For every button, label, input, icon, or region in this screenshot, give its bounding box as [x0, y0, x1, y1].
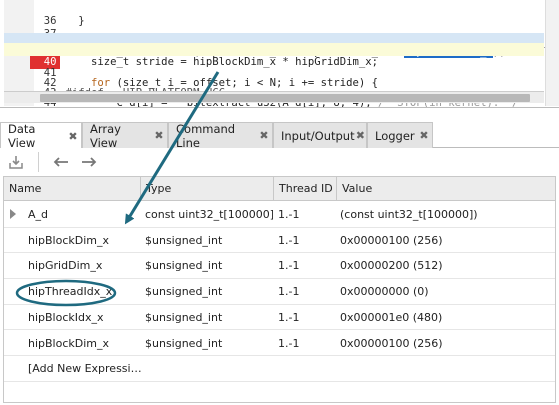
cell-type: $unsigned_int: [145, 233, 223, 247]
cell-name: hipBlockIdx_x: [28, 310, 104, 324]
cell-type: $unsigned_int: [145, 310, 223, 324]
cell-value: 0x000001e0 (480): [340, 310, 443, 324]
cell-value: (const uint32_t[100000]): [340, 208, 478, 221]
add-expression-cell[interactable]: [Add New Expressi…: [28, 356, 144, 381]
column-header-name[interactable]: Name: [4, 177, 141, 201]
cell-type: [145, 356, 273, 381]
cell-thread-id: 1.-1: [278, 259, 300, 273]
tab-label: Input/Output: [281, 128, 355, 143]
tab-logger[interactable]: Logger ✖: [367, 122, 433, 148]
tab-label: Array View: [90, 121, 121, 150]
tab-label: Logger: [375, 128, 415, 143]
close-icon[interactable]: ✖: [151, 129, 167, 142]
cell-thread-id: 1.-1: [278, 336, 300, 350]
panel-tab-bar: Data View ✖ Array View ✖ Command Line ✖ …: [0, 117, 559, 150]
source-editor[interactable]: 36 } 37 38__global__ void bit_extract_ke…: [0, 0, 559, 108]
data-view-table[interactable]: Name Type Thread ID Value A_d const uint…: [3, 176, 556, 403]
dive-icon: [9, 156, 23, 169]
toolbar-separator: [38, 152, 39, 172]
table-row[interactable]: hipGridDim_x $unsigned_int 1.-1 0x000002…: [4, 253, 555, 280]
tab-array-view[interactable]: Array View ✖: [82, 121, 168, 150]
forward-button[interactable]: [78, 152, 100, 172]
back-button[interactable]: [50, 152, 72, 172]
dive-button[interactable]: [6, 152, 26, 172]
cell-type: $unsigned_int: [145, 285, 223, 299]
horizontal-scrollbar[interactable]: [4, 91, 544, 103]
expand-arrow-icon[interactable]: [10, 209, 16, 219]
forward-arrow-icon: [82, 157, 97, 167]
cell-thread-id: 1.-1: [278, 233, 300, 247]
cell-type: const uint32_t[100000]: [145, 208, 273, 221]
data-view-toolbar: [0, 148, 559, 176]
tab-input-output[interactable]: Input/Output ✖: [273, 122, 367, 148]
scrollbar-thumb[interactable]: [40, 94, 530, 102]
code-line-36: 36 }: [4, 2, 544, 27]
cell-value: [340, 356, 554, 381]
cell-name: A_d: [28, 208, 49, 221]
cell-value: 0x00000000 (0): [340, 285, 429, 299]
close-icon[interactable]: ✖: [65, 130, 81, 143]
close-icon[interactable]: ✖: [416, 129, 432, 142]
table-header: Name Type Thread ID Value: [4, 177, 555, 201]
cell-name: hipBlockDim_x: [28, 336, 110, 350]
cell-name: hipGridDim_x: [28, 259, 103, 273]
close-icon[interactable]: ✖: [256, 129, 272, 142]
cell-value: 0x00000100 (256): [340, 336, 443, 350]
cell-type: $unsigned_int: [145, 336, 223, 350]
table-row[interactable]: hipBlockIdx_x $unsigned_int 1.-1 0x00000…: [4, 305, 555, 331]
vertical-scrollbar[interactable]: [545, 0, 559, 106]
tab-label: Data View: [8, 122, 36, 150]
cell-type: $unsigned_int: [145, 259, 223, 273]
cell-name: hipThreadIdx_x: [28, 285, 113, 299]
tab-label: Command Line: [176, 121, 236, 150]
column-header-thread-id[interactable]: Thread ID: [274, 177, 337, 201]
table-row[interactable]: hipBlockDim_x $unsigned_int 1.-1 0x00000…: [4, 331, 555, 357]
table-row[interactable]: A_d const uint32_t[100000] 1.-1 (const u…: [4, 202, 555, 228]
table-row[interactable]: hipThreadIdx_x $unsigned_int 1.-1 0x0000…: [4, 279, 555, 305]
table-row[interactable]: hipBlockDim_x $unsigned_int 1.-1 0x00000…: [4, 228, 555, 254]
tab-command-line[interactable]: Command Line ✖: [168, 121, 273, 150]
cell-name: hipBlockDim_x: [28, 233, 110, 247]
cell-value: 0x00000200 (512): [340, 259, 443, 273]
tab-data-view[interactable]: Data View ✖: [0, 122, 82, 150]
cell-thread-id: 1.-1: [278, 285, 300, 299]
cell-thread-id: [278, 356, 338, 381]
add-expression-row[interactable]: [Add New Expressi…: [4, 356, 555, 382]
cell-thread-id: 1.-1: [278, 310, 300, 324]
column-header-type[interactable]: Type: [141, 177, 274, 201]
close-icon[interactable]: ✖: [355, 129, 366, 142]
cell-value: 0x00000100 (256): [340, 233, 443, 247]
column-header-value[interactable]: Value: [337, 177, 555, 201]
cell-thread-id: 1.-1: [278, 208, 300, 221]
back-arrow-icon: [53, 157, 68, 167]
